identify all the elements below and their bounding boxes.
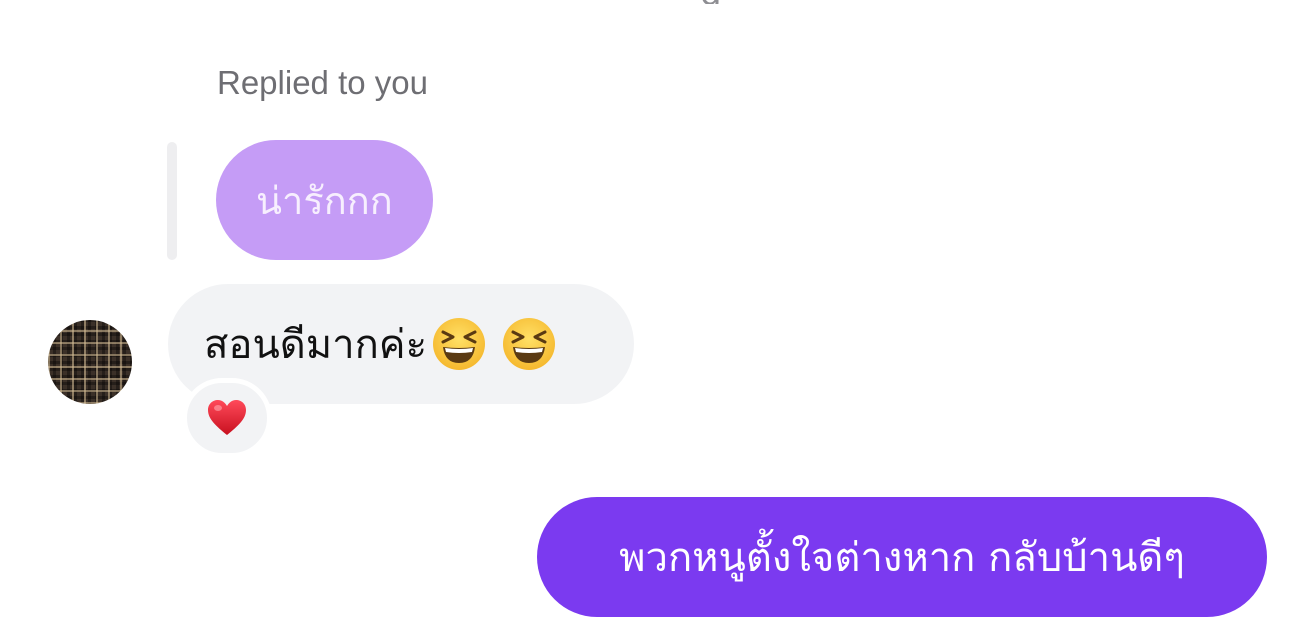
heart-reaction[interactable]: [182, 378, 272, 458]
reply-indicator-bar: [167, 142, 177, 260]
cut-off-message-text: g: [700, 0, 722, 4]
outgoing-message-bubble[interactable]: พวกหนูตั้งใจต่างหาก กลับบ้านดีๆ: [537, 497, 1267, 617]
avatar[interactable]: [48, 320, 132, 404]
quoted-message-bubble[interactable]: น่ารักกก: [216, 140, 433, 260]
quoted-message-text: น่ารักกก: [256, 178, 393, 223]
grinning-squinting-face-icon: [433, 318, 486, 370]
outgoing-message-text: พวกหนูตั้งใจต่างหาก กลับบ้านดีๆ: [619, 535, 1185, 581]
heart-icon: [208, 400, 246, 435]
incoming-message-text: สอนดีมากค่ะ: [204, 322, 428, 368]
replied-to-you-label: Replied to you: [217, 64, 428, 101]
grinning-squinting-face-icon: [503, 318, 556, 370]
